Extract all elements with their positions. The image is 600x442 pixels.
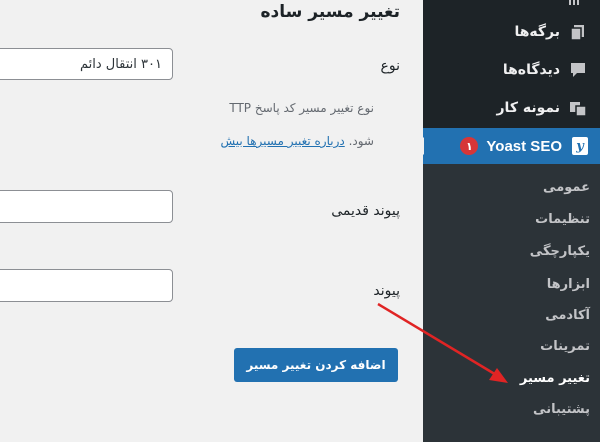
submenu-item-label: آکادمی	[545, 307, 590, 323]
submenu-item-integrations[interactable]: یکپارچگی	[423, 236, 600, 266]
submenu-item-label: تمرینات	[540, 338, 590, 354]
sidebar-item-label: Yoast SEO	[486, 137, 562, 155]
type-help-text: نوع تغییر مسیر کد پاسخ TTP	[229, 101, 374, 115]
portfolio-icon	[568, 98, 588, 118]
submenu-item-label: یکپارچگی	[529, 243, 590, 259]
submenu-item-general[interactable]: عمومی	[423, 172, 600, 202]
url-label: پیوند	[373, 283, 400, 299]
sidebar-item-label: دیدگاه‌ها	[502, 62, 560, 78]
help-text-prefix: شود.	[348, 134, 374, 148]
comments-icon	[568, 60, 588, 80]
redirect-type-value: ۳۰۱ انتقال دائم	[79, 56, 162, 72]
notification-badge: ۱	[460, 137, 479, 155]
submenu-item-workouts[interactable]: تمرینات	[423, 331, 600, 361]
pages-icon	[568, 22, 588, 42]
submenu-item-label: پشتیبانی	[533, 401, 590, 417]
submenu-item-label: تغییر مسیر	[519, 370, 590, 386]
submenu-item-support[interactable]: پشتیبانی	[423, 394, 600, 424]
yoast-submenu: عمومی تنظیمات یکپارچگی ابزارها آکادمی تم…	[423, 164, 600, 442]
submenu-item-settings[interactable]: تنظیمات	[423, 204, 600, 234]
redirect-type-select[interactable]: ۳۰۱ انتقال دائم	[0, 48, 173, 80]
sidebar-item-yoast-seo[interactable]: y Yoast SEO ۱	[423, 128, 600, 164]
submenu-item-tools[interactable]: ابزارها	[423, 269, 600, 299]
type-help-text-line2: شود. درباره تغییر مسیرها بیش	[220, 134, 374, 148]
url-input-wrap	[0, 269, 173, 302]
old-url-label: پیوند قدیمی	[331, 203, 400, 219]
sidebar-item-portfolio[interactable]: نمونه کار	[423, 90, 600, 126]
submenu-item-label: عمومی	[543, 179, 590, 195]
dashboard-icon	[568, 0, 588, 6]
active-menu-pointer	[415, 137, 424, 155]
submenu-item-redirects[interactable]: تغییر مسیر	[423, 363, 600, 393]
submenu-item-label: تنظیمات	[535, 211, 590, 227]
submenu-item-label: ابزارها	[546, 276, 590, 292]
add-redirect-button[interactable]: اضافه کردن تغییر مسیر	[234, 348, 398, 382]
redirects-info-link[interactable]: درباره تغییر مسیرها بیش	[220, 134, 344, 148]
sidebar-item-comments[interactable]: دیدگاه‌ها	[423, 52, 600, 88]
page-title: تغییر مسیر ساده	[260, 2, 400, 22]
submenu-item-academy[interactable]: آکادمی	[423, 300, 600, 330]
type-label: نوع	[380, 58, 400, 74]
sidebar-item-label: نمونه کار	[496, 100, 561, 116]
sidebar-item-pages[interactable]: برگه‌ها	[423, 14, 600, 50]
yoast-logo-icon: y	[572, 137, 588, 155]
old-url-input-wrap	[0, 190, 173, 223]
old-url-input[interactable]	[0, 191, 172, 222]
url-input[interactable]	[0, 270, 172, 301]
admin-sidebar: برگه‌ها دیدگاه‌ها نمونه کار y Yoast SEO …	[423, 0, 600, 442]
sidebar-item-label: برگه‌ها	[514, 24, 560, 40]
